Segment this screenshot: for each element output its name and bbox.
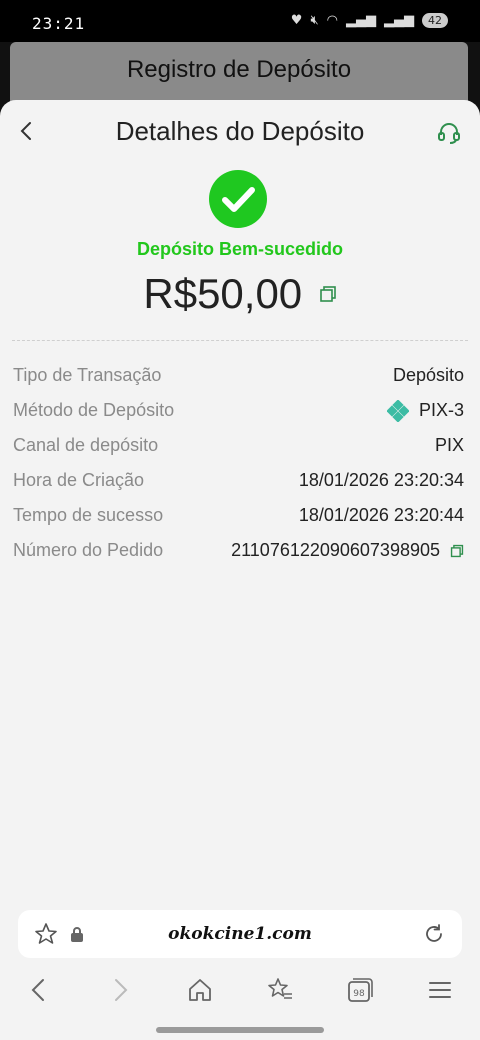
signal-icon: ▂▄▆ [346,13,376,28]
svg-text:98: 98 [353,989,365,999]
detail-value: PIX [434,435,464,455]
background-page-title: Registro de Depósito [126,56,352,83]
detail-value: 18/01/2026 23:20:44 [298,505,464,525]
details-list: Tipo de Transação Depósito Método de Dep… [13,358,464,568]
reload-icon[interactable] [422,922,446,946]
detail-value: 18/01/2026 23:20:34 [298,470,464,490]
tabs-icon[interactable]: 98 [346,976,374,1004]
url-text[interactable]: okokcine1.com [18,924,462,944]
detail-label: Método de Depósito [13,400,175,420]
heart-icon: ♥ [290,13,303,28]
divider [12,340,468,341]
deposit-amount: R$50,00 [143,270,303,317]
headset-icon[interactable] [436,120,462,146]
page-title: Detalhes do Depósito [115,116,365,146]
battery-indicator: 42 [422,13,448,28]
detail-label: Número do Pedido [13,540,164,560]
signal-icon-2: ▂▄▆ [384,13,414,28]
home-icon[interactable] [186,976,214,1004]
detail-label: Tipo de Transação [13,365,162,385]
mute-icon: 🔇︎ [310,13,319,28]
address-bar[interactable]: okokcine1.com [18,910,462,958]
detail-row-transaction-type: Tipo de Transação Depósito [13,358,464,393]
copy-icon[interactable] [319,285,337,303]
bookmarks-icon[interactable] [266,976,294,1004]
detail-row-deposit-channel: Canal de depósito PIX [13,428,464,463]
amount-row: R$50,00 [0,270,480,318]
detail-label: Hora de Criação [13,470,145,490]
detail-label: Tempo de sucesso [13,505,164,525]
detail-row-success-time: Tempo de sucesso 18/01/2026 23:20:44 [13,498,464,533]
back-icon[interactable] [14,118,40,144]
status-time: 23:21 [32,14,86,33]
detail-value: Depósito [392,365,464,385]
menu-icon[interactable] [426,976,454,1004]
detail-row-deposit-method: Método de Depósito PIX-3 [13,393,464,428]
status-bar: 23:21 ♥ 🔇︎ ◠ ▂▄▆ ▂▄▆ 42 [0,0,480,42]
detail-label: Canal de depósito [13,435,159,455]
pix-icon [386,399,409,422]
check-icon [222,187,255,212]
nav-forward-icon[interactable] [106,976,134,1004]
nav-back-icon[interactable] [25,976,53,1004]
home-indicator[interactable] [156,1027,324,1033]
status-icons: ♥ 🔇︎ ◠ ▂▄▆ ▂▄▆ 42 [291,13,448,28]
detail-value: PIX-3 [418,400,464,420]
detail-row-created-time: Hora de Criação 18/01/2026 23:20:34 [13,463,464,498]
deposit-details-sheet: Detalhes do Depósito Depósito Bem-sucedi… [0,100,480,908]
browser-nav-bar: 98 [0,962,480,1022]
success-badge [209,170,267,228]
wifi-icon: ◠ [326,13,338,28]
copy-order-number-icon[interactable] [450,544,464,558]
deposit-status: Depósito Bem-sucedido [136,239,344,259]
detail-value: 211076122090607398905 [231,540,440,560]
detail-row-order-number: Número do Pedido 211076122090607398905 [13,533,464,568]
